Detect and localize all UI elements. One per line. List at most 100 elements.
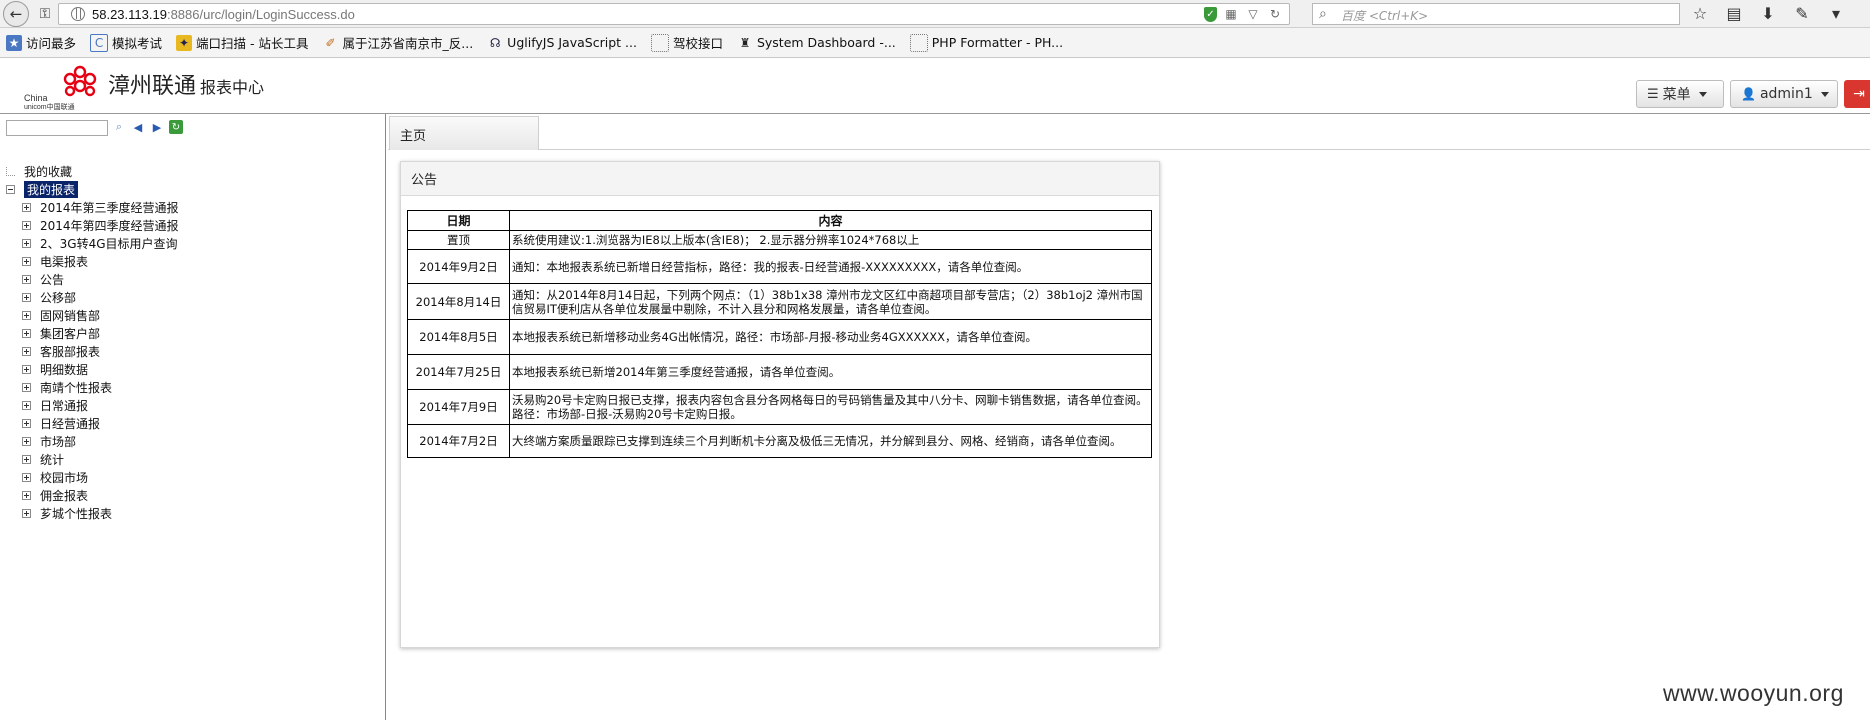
bookmark-star-icon: ★ (6, 34, 22, 51)
bookmark-item[interactable]: 驾校接口 (650, 33, 723, 52)
tree-node-my-reports[interactable]: 我的报表 (6, 180, 179, 198)
watermark: www.wooyun.org (1663, 680, 1844, 706)
tree-node[interactable]: 日经营通报 (6, 414, 179, 432)
expand-icon[interactable] (22, 400, 31, 410)
tree-label: 校园市场 (40, 470, 89, 485)
tree-node[interactable]: 集团客户部 (6, 324, 179, 342)
reload-icon[interactable]: ↻ (1267, 6, 1283, 22)
report-tree: 我的收藏 我的报表 2014年第三季度经营通报 2014年第四季度经营通报 2、… (6, 162, 179, 522)
tree-label: 客服部报表 (40, 344, 101, 359)
tree-label: 集团客户部 (40, 326, 101, 341)
expand-icon[interactable] (22, 220, 31, 230)
tree-node[interactable]: 校园市场 (6, 468, 179, 486)
tree-node[interactable]: 电渠报表 (6, 252, 179, 270)
expand-icon[interactable] (22, 256, 31, 266)
bookmark-item[interactable]: ♜ System Dashboard -... (737, 35, 896, 51)
notice-content: 通知：本地报表系统已新增日经营指标，路径：我的报表-日经营通报-XXXXXXXX… (509, 249, 1152, 284)
bookmark-item[interactable]: ✐ 属于江苏省南京市_反... (323, 33, 473, 52)
user-menu-button[interactable]: 👤 admin1 (1730, 80, 1838, 108)
tree-node[interactable]: 2、3G转4G目标用户查询 (6, 234, 179, 252)
logout-button[interactable]: ⇥ (1844, 80, 1870, 108)
caret-down-icon (1698, 91, 1707, 97)
expand-icon[interactable] (22, 472, 31, 482)
bookmark-item[interactable]: C 模拟考试 (90, 33, 162, 52)
table-row: 2014年7月2日 大终端方案质量跟踪已支撑到连续三个月判断机卡分离及极低三无情… (407, 424, 1152, 458)
tree-node[interactable]: 2014年第四季度经营通报 (6, 216, 179, 234)
tree-label: 市场部 (40, 434, 77, 449)
previous-icon[interactable]: ◀ (131, 120, 145, 134)
expand-icon[interactable] (22, 454, 31, 464)
tree-node[interactable]: 固网销售部 (6, 306, 179, 324)
address-bar[interactable]: 58.23.113.19:8886/urc/login/LoginSuccess… (58, 3, 1290, 25)
qr-code-icon[interactable]: ▦ (1223, 6, 1239, 22)
tree-label: 统计 (40, 452, 65, 467)
refresh-icon[interactable]: ↻ (169, 120, 183, 134)
back-arrow-icon[interactable]: ← (3, 1, 29, 27)
notice-title: 公告 (401, 162, 1159, 196)
tree-node[interactable]: 客服部报表 (6, 342, 179, 360)
expand-icon[interactable] (22, 436, 31, 446)
expand-icon[interactable] (22, 418, 31, 428)
search-input[interactable]: ⌕ 百度 <Ctrl+K> (1312, 3, 1680, 25)
user-label: admin1 (1759, 86, 1813, 102)
bookmark-item[interactable]: ★ 访问最多 (6, 33, 76, 52)
browser-toolbar: ☆ ▤ ⬇ ✎ ▾ (1690, 3, 1846, 25)
tree-label: 公移部 (40, 290, 77, 305)
tree-search-input[interactable] (6, 120, 108, 136)
expand-icon[interactable] (22, 292, 31, 302)
collapse-icon[interactable] (6, 184, 15, 194)
tree-node[interactable]: 统计 (6, 450, 179, 468)
page-icon (909, 33, 928, 52)
tree-label: 我的收藏 (24, 164, 73, 179)
menu-button[interactable]: ☰ 菜单 (1636, 80, 1724, 108)
tree-node-favorites[interactable]: 我的收藏 (6, 162, 179, 180)
logo-line2: unicom中国联通 (24, 102, 75, 110)
expand-icon[interactable] (22, 490, 31, 500)
extension-icon[interactable]: ✎ (1792, 3, 1812, 25)
tool-icon: ✦ (176, 34, 193, 51)
bookmark-item[interactable]: PHP Formatter - PH... (909, 33, 1063, 52)
clipboard-icon[interactable]: ▤ (1724, 3, 1744, 25)
url-text: 58.23.113.19:8886/urc/login/LoginSuccess… (92, 7, 355, 22)
expand-icon[interactable] (22, 508, 31, 518)
search-icon[interactable]: ⌕ (112, 120, 126, 134)
shield-icon[interactable]: ✓ (1204, 6, 1217, 22)
notice-content: 本地报表系统已新增2014年第三季度经营通报，请各单位查阅。 (509, 354, 1152, 390)
tree-node[interactable]: 2014年第三季度经营通报 (6, 198, 179, 216)
url-path: :8886/urc/login/LoginSuccess.do (166, 7, 355, 22)
app-title: 漳州联通 报表中心 (108, 68, 264, 100)
notice-date: 2014年7月2日 (407, 424, 510, 458)
tree-node[interactable]: 日常通报 (6, 396, 179, 414)
table-row: 2014年9月2日 通知：本地报表系统已新增日经营指标，路径：我的报表-日经营通… (407, 249, 1152, 284)
bookmark-item[interactable]: ☊ UglifyJS JavaScript ... (487, 35, 637, 51)
expand-icon[interactable] (22, 274, 31, 284)
expand-icon[interactable] (22, 364, 31, 374)
notice-content: 通知：从2014年8月14日起，下列两个网点：（1）38b1x38 漳州市龙文区… (509, 283, 1152, 320)
download-icon[interactable]: ⬇ (1758, 3, 1778, 25)
expand-icon[interactable] (22, 310, 31, 320)
tree-node[interactable]: 南靖个性报表 (6, 378, 179, 396)
report-tree-panel: ⌕ ◀ ▶ ↻ 我的收藏 我的报表 2014年第三季度经营通报 2014年第四季… (0, 114, 386, 720)
key-icon[interactable]: ⚿ (36, 5, 54, 23)
bookmark-item[interactable]: ✦ 端口扫描 - 站长工具 (176, 33, 309, 52)
expand-icon[interactable] (22, 238, 31, 248)
expand-icon[interactable] (22, 202, 31, 212)
expand-icon[interactable] (22, 328, 31, 338)
next-icon[interactable]: ▶ (150, 120, 164, 134)
dropdown-triangle-icon[interactable]: ▽ (1245, 6, 1261, 22)
menu-dropdown-icon[interactable]: ▾ (1826, 3, 1846, 25)
star-icon[interactable]: ☆ (1690, 3, 1710, 25)
tab-home[interactable]: 主页 (389, 116, 539, 150)
tree-node[interactable]: 明细数据 (6, 360, 179, 378)
tree-node[interactable]: 芗城个性报表 (6, 504, 179, 522)
expand-icon[interactable] (22, 346, 31, 356)
tree-node[interactable]: 公告 (6, 270, 179, 288)
tree-label: 固网销售部 (40, 308, 101, 323)
table-row: 2014年8月14日 通知：从2014年8月14日起，下列两个网点：（1）38b… (407, 283, 1152, 320)
tree-node[interactable]: 公移部 (6, 288, 179, 306)
notice-date: 置顶 (407, 230, 510, 250)
notice-content: 大终端方案质量跟踪已支撑到连续三个月判断机卡分离及极低三无情况，并分解到县分、网… (509, 424, 1152, 458)
expand-icon[interactable] (22, 382, 31, 392)
tree-node[interactable]: 市场部 (6, 432, 179, 450)
tree-node[interactable]: 佣金报表 (6, 486, 179, 504)
